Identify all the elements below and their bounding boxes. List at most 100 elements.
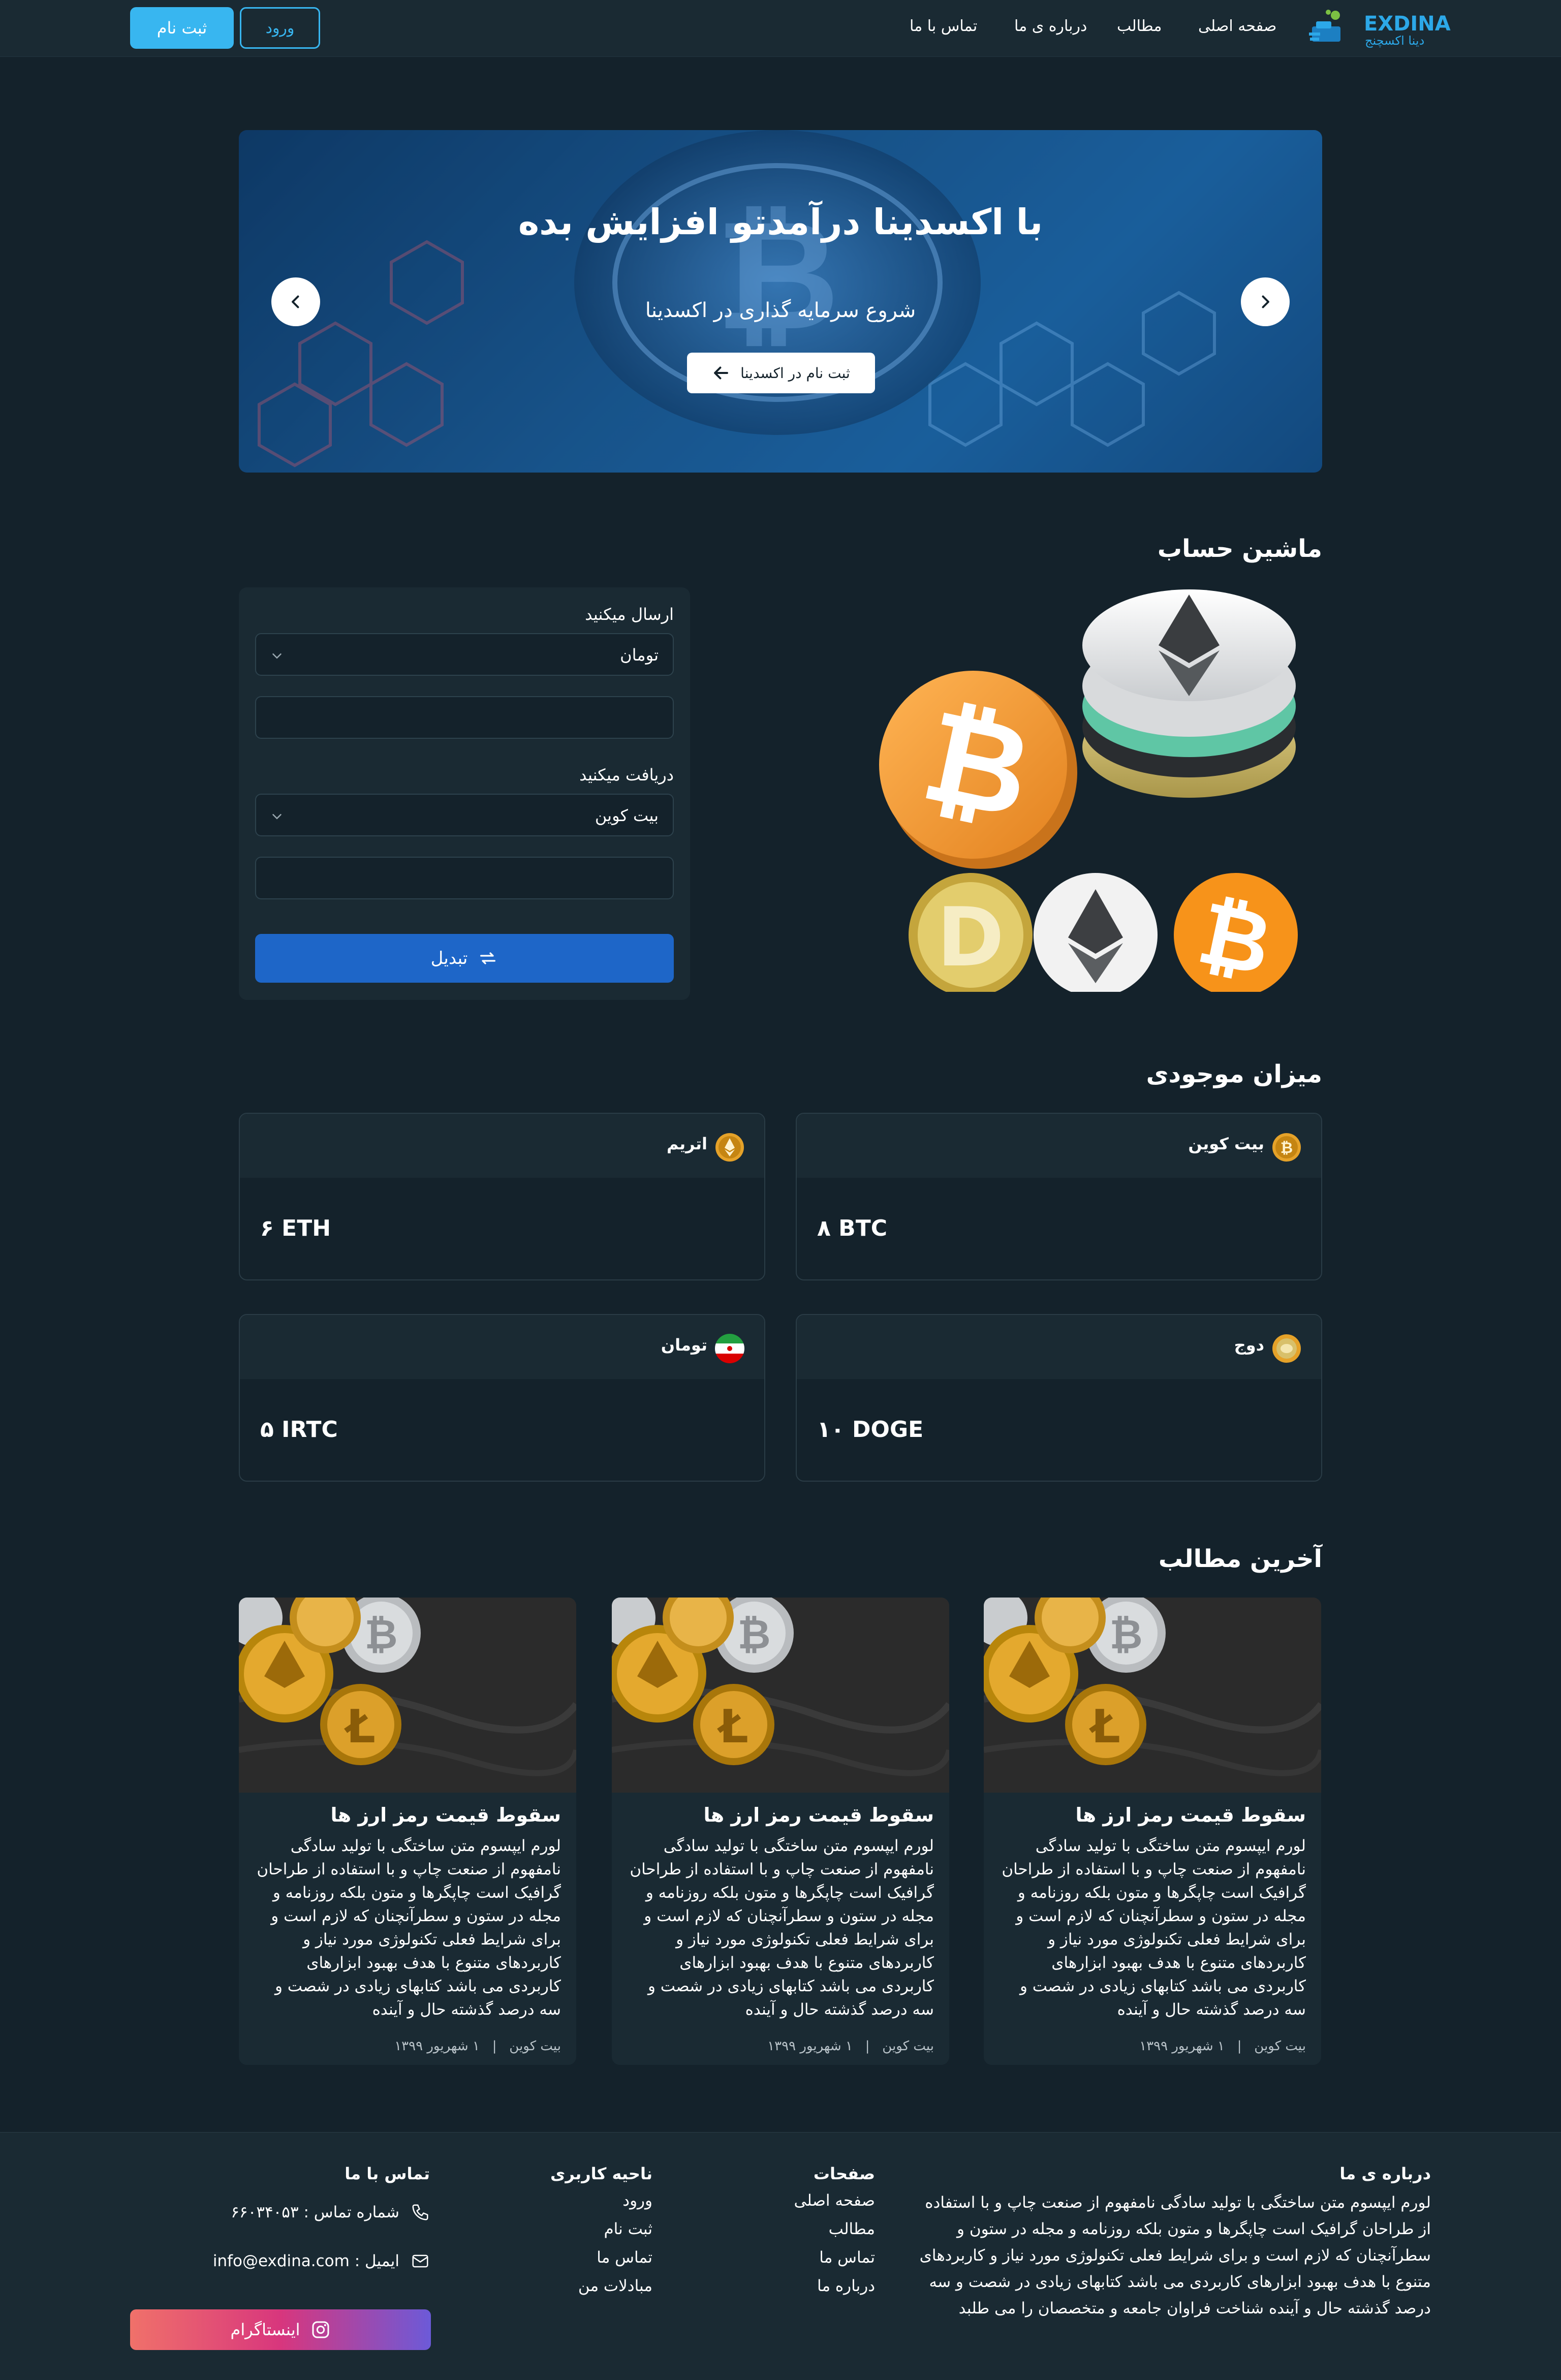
footer-email[interactable]: ایمیل : info@exdina.com <box>213 2251 430 2271</box>
article-excerpt: لورم ایپسوم متن ساختگی با تولید سادگی نا… <box>1002 1837 1306 2019</box>
article-coins-image: ₿ Ł <box>984 1598 1321 1793</box>
arrow-left-icon <box>714 366 729 380</box>
nav-home[interactable]: صفحه اصلی <box>1198 17 1276 35</box>
footer-about-text: لورم ایپسوم متن ساختگی با تولید سادگی نا… <box>919 2194 1431 2318</box>
footer-link-login[interactable]: ورود <box>622 2191 652 2210</box>
balance-card-header: ₿ بیت کوین <box>797 1114 1321 1178</box>
crypto-coins-illustration: ₿ D ₿ <box>879 589 1298 992</box>
article-category: بیت کوین <box>509 2039 561 2054</box>
svg-text:Ł: Ł <box>344 1700 376 1753</box>
receive-currency-value: بیت کوین <box>595 806 659 825</box>
hero-title: با اکسدینا درآمدتو افزایش بده <box>518 201 1043 243</box>
footer-link-home[interactable]: صفحه اصلی <box>794 2191 875 2210</box>
signup-button[interactable]: ثبت نام <box>130 7 234 49</box>
svg-text:₿: ₿ <box>1281 1139 1293 1157</box>
balance-amount: ۸ BTC <box>817 1215 888 1241</box>
send-currency-select[interactable]: تومان <box>255 633 674 676</box>
bitcoin-icon: ₿ <box>1272 1133 1301 1162</box>
balance-card-header: دوج <box>797 1315 1321 1379</box>
instagram-button[interactable]: اینستاگرام <box>130 2309 431 2350</box>
footer-link-my-exchanges[interactable]: مبادلات من <box>578 2277 652 2295</box>
balance-amount: ۶ ETH <box>260 1215 331 1241</box>
convert-button[interactable]: تبدیل <box>255 934 674 983</box>
footer-contact-title: تماس با ما <box>345 2164 430 2183</box>
balance-name: تومان <box>661 1335 707 1355</box>
footer-link-articles[interactable]: مطالب <box>829 2220 875 2238</box>
svg-text:₿: ₿ <box>737 1611 770 1658</box>
article-coins-image: ₿ Ł <box>612 1598 949 1793</box>
footer-link-contact-us[interactable]: تماس ما <box>597 2248 652 2267</box>
svg-text:₿: ₿ <box>1109 1611 1142 1658</box>
hero-signup-label: ثبت نام در اکسدینا <box>740 364 850 382</box>
footer-link-signup[interactable]: ثبت نام <box>604 2220 652 2238</box>
article-card[interactable]: ₿ Ł سقوط قیمت رمز ارز ها لورم ایپسوم متن… <box>612 1598 949 2065</box>
balance-card-eth: اتریم ۶ ETH <box>239 1113 765 1280</box>
receive-amount-input[interactable] <box>255 857 674 899</box>
footer-about-title: درباره ی ما <box>1339 2164 1431 2183</box>
balance-amount: ۵ IRTC <box>260 1417 338 1443</box>
chevron-right-icon <box>1262 295 1269 308</box>
article-excerpt: لورم ایپسوم متن ساختگی با تولید سادگی نا… <box>630 1837 934 2019</box>
site-header: EXDINA دینا اکسچنج صفحه اصلی مطالب دربار… <box>0 0 1561 57</box>
footer-user-title: ناحیه کاربری <box>550 2164 652 2183</box>
article-title: سقوط قیمت رمز ارز ها <box>330 1804 561 1826</box>
logo-text: EXDINA <box>1364 12 1451 36</box>
meta-separator: | <box>1229 2039 1251 2054</box>
dogecoin-icon <box>1272 1334 1301 1363</box>
footer-pages-title: صفحات <box>813 2164 875 2183</box>
meta-separator: | <box>484 2039 506 2054</box>
balance-name: بیت کوین <box>1188 1134 1264 1153</box>
logo-subtitle: دینا اکسچنج <box>1365 34 1425 48</box>
article-title: سقوط قیمت رمز ارز ها <box>703 1804 934 1826</box>
article-excerpt: لورم ایپسوم متن ساختگی با تولید سادگی نا… <box>257 1837 561 2019</box>
hero-signup-button[interactable]: ثبت نام در اکسدینا <box>687 353 875 393</box>
svg-text:D: D <box>937 890 1005 985</box>
receive-currency-select[interactable]: بیت کوین <box>255 794 674 836</box>
svg-text:Ł: Ł <box>1088 1700 1120 1753</box>
meta-separator: | <box>857 2039 879 2054</box>
iran-flag-icon <box>715 1334 744 1363</box>
send-amount-input[interactable] <box>255 696 674 739</box>
article-card[interactable]: ₿ Ł سقوط قیمت رمز ارز ها لورم ایپسوم متن… <box>239 1598 576 2065</box>
balance-card-header: تومان <box>240 1315 764 1379</box>
send-label: ارسال میکنید <box>585 605 674 624</box>
balance-card-btc: ₿ بیت کوین ۸ BTC <box>796 1113 1322 1280</box>
slider-prev-button[interactable] <box>271 277 320 326</box>
balance-name: اتریم <box>667 1134 707 1153</box>
chevron-down-icon <box>272 653 282 659</box>
article-date: ۱ شهریور ۱۳۹۹ <box>1139 2039 1225 2054</box>
instagram-icon <box>312 2321 329 2338</box>
article-title: سقوط قیمت رمز ارز ها <box>1075 1804 1306 1826</box>
instagram-label: اینستاگرام <box>230 2320 300 2339</box>
slider-next-button[interactable] <box>1241 277 1290 326</box>
balance-card-toman: تومان ۵ IRTC <box>239 1314 765 1482</box>
chevron-down-icon <box>272 814 282 820</box>
nav-articles[interactable]: مطالب <box>1117 17 1162 35</box>
hero-slider: ₿ با اکسدینا درآمدتو افزایش بده شروع سرم… <box>239 130 1322 473</box>
articles-title: آخرین مطالب <box>1158 1545 1322 1573</box>
article-category: بیت کوین <box>882 2039 934 2054</box>
convert-label: تبدیل <box>430 948 468 968</box>
article-coins-image: ₿ Ł <box>239 1598 576 1793</box>
receive-label: دریافت میکنید <box>579 765 674 785</box>
nav-contact[interactable]: تماس با ما <box>910 17 977 35</box>
svg-text:Ł: Ł <box>716 1700 748 1753</box>
balance-name: دوج <box>1234 1335 1264 1355</box>
balance-card-doge: دوج ۱۰ DOGE <box>796 1314 1322 1482</box>
article-meta: بیت کوین | ۱ شهریور ۱۳۹۹ <box>394 2039 561 2054</box>
phone-icon <box>412 2204 428 2220</box>
footer-email-text: ایمیل : info@exdina.com <box>212 2252 399 2270</box>
chevron-left-icon <box>292 295 299 308</box>
balance-amount: ۱۰ DOGE <box>817 1417 924 1443</box>
nav-about[interactable]: درباره ی ما <box>1014 17 1087 35</box>
article-card[interactable]: ₿ Ł سقوط قیمت رمز ارز ها لورم ایپسوم متن… <box>984 1598 1321 2065</box>
calculator-title: ماشین حساب <box>1157 535 1322 563</box>
balance-card-header: اتریم <box>240 1114 764 1178</box>
footer-link-contact[interactable]: تماس ما <box>819 2248 875 2267</box>
footer-link-about[interactable]: درباره ما <box>817 2277 875 2295</box>
footer-phone: شماره تماس : ۶۶۰۳۴۰۵۳ <box>231 2203 430 2222</box>
login-button[interactable]: ورود <box>240 7 320 49</box>
article-meta: بیت کوین | ۱ شهریور ۱۳۹۹ <box>1139 2039 1306 2054</box>
article-meta: بیت کوین | ۱ شهریور ۱۳۹۹ <box>767 2039 934 2054</box>
balances-title: میزان موجودی <box>1146 1060 1322 1088</box>
